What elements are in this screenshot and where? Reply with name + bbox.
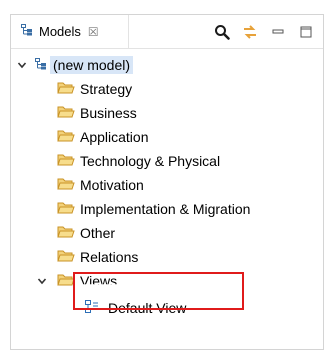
folder-strategy[interactable]: Strategy <box>11 77 323 101</box>
tab-models-label: Models <box>39 24 81 39</box>
folder-label: Technology & Physical <box>80 153 221 169</box>
view-toolbar <box>213 15 315 48</box>
tree-root-new-model[interactable]: (new model) <box>11 53 323 77</box>
view-tab-bar: Models ☒ <box>11 15 323 49</box>
folder-label: Other <box>80 225 116 241</box>
folder-other[interactable]: Other <box>11 221 323 245</box>
folder-icon <box>57 177 75 194</box>
folder-label: Application <box>80 129 149 145</box>
folder-label: Business <box>80 105 137 121</box>
tab-models[interactable]: Models ☒ <box>11 15 129 48</box>
tree-root-label: (new model) <box>50 56 134 74</box>
folder-relations[interactable]: Relations <box>11 245 323 269</box>
folder-icon <box>57 225 75 242</box>
highlight-box <box>73 272 244 310</box>
folder-icon <box>57 201 75 218</box>
folder-icon <box>57 105 75 122</box>
folder-icon <box>57 153 75 170</box>
model-tree-icon <box>21 23 33 41</box>
link-with-editor-icon[interactable] <box>241 23 259 41</box>
maximize-icon[interactable] <box>297 23 315 41</box>
folder-business[interactable]: Business <box>11 101 323 125</box>
chevron-down-icon[interactable] <box>15 58 29 72</box>
folder-label: Relations <box>80 249 139 265</box>
folder-implementation-migration[interactable]: Implementation & Migration <box>11 197 323 221</box>
model-icon <box>35 57 47 73</box>
folder-icon <box>57 129 75 146</box>
folder-application[interactable]: Application <box>11 125 323 149</box>
folder-label: Strategy <box>80 81 133 97</box>
folder-technology-physical[interactable]: Technology & Physical <box>11 149 323 173</box>
folder-motivation[interactable]: Motivation <box>11 173 323 197</box>
search-icon[interactable] <box>213 23 231 41</box>
chevron-down-icon[interactable] <box>35 274 49 288</box>
minimize-icon[interactable] <box>269 23 287 41</box>
folder-label: Implementation & Migration <box>80 201 251 217</box>
folder-icon <box>57 249 75 266</box>
folder-icon <box>57 81 75 98</box>
close-icon[interactable]: ☒ <box>88 25 99 39</box>
folder-label: Motivation <box>80 177 144 193</box>
